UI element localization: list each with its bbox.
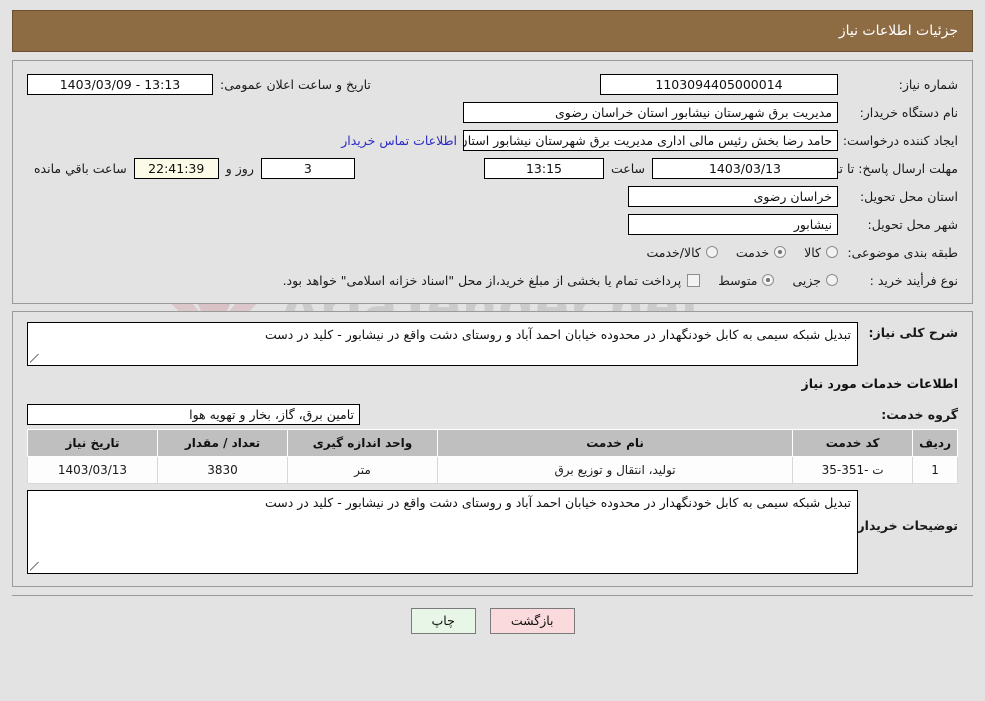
row-service-group: گروه خدمت: تامین برق، گاز، بخار و تهویه … bbox=[27, 401, 958, 427]
radio-label: کالا bbox=[804, 244, 821, 260]
cell-row-no: 1 bbox=[912, 456, 958, 484]
need-number-label: شماره نیاز: bbox=[898, 76, 958, 92]
col-quantity: تعداد / مقدار bbox=[157, 429, 288, 457]
page-header: جزئیات اطلاعات نیاز bbox=[12, 10, 973, 52]
col-need-date: تاریخ نیاز bbox=[27, 429, 158, 457]
purchase-process-radio-group: جزیی متوسط bbox=[700, 273, 838, 288]
radio-dot-icon bbox=[826, 246, 838, 258]
deadline-hour-value: 13:15 bbox=[483, 157, 604, 179]
radio-dot-icon bbox=[705, 246, 718, 258]
cell-unit: متر bbox=[287, 456, 438, 484]
col-unit: واحد اندازه گیری bbox=[287, 429, 438, 457]
radio-category-kala-khedmat[interactable]: کالا/خدمت bbox=[646, 244, 718, 260]
treasury-bond-checkbox[interactable] bbox=[687, 273, 701, 287]
service-items-table: ردیف کد خدمت نام خدمت واحد اندازه گیری ت… bbox=[27, 429, 958, 484]
radio-category-khedmat[interactable]: خدمت bbox=[735, 244, 787, 260]
row-buyer-org: نام دستگاه خریدار: مدیریت برق شهرستان نی… bbox=[27, 99, 958, 125]
row-subject-category: طبقه بندی موضوعی: کالا خدمت کالا/خدمت bbox=[27, 239, 958, 265]
page-title: جزئیات اطلاعات نیاز bbox=[838, 23, 958, 39]
days-label: روز و bbox=[225, 160, 254, 176]
col-row-no: ردیف bbox=[912, 429, 958, 457]
request-creator-value: حامد رضا بخش رئیس مالی اداری مدیریت برق … bbox=[463, 129, 838, 151]
subject-category-radio-group: کالا خدمت کالا/خدمت bbox=[628, 245, 838, 260]
row-delivery-city: شهر محل تحویل: نیشابور bbox=[27, 211, 958, 237]
need-number-value: 1103094405000014 bbox=[600, 73, 838, 95]
deadline-hour-label: ساعت bbox=[610, 160, 645, 176]
radio-label: خدمت bbox=[735, 244, 770, 260]
remaining-days-value: 3 bbox=[260, 157, 355, 179]
service-details-panel: شرح کلی نیاز: تبدیل شبکه سیمی به کابل خو… bbox=[12, 311, 973, 587]
service-info-section-title: اطلاعات خدمات مورد نیاز bbox=[801, 376, 959, 391]
row-need-number: شماره نیاز: 1103094405000014 تاریخ و ساع… bbox=[27, 71, 958, 97]
row-response-deadline: مهلت ارسال پاسخ: تا تاریخ: 1403/03/13 سا… bbox=[27, 155, 958, 181]
footer-divider bbox=[12, 595, 973, 596]
radio-label: کالا/خدمت bbox=[646, 244, 701, 260]
purchase-process-label: نوع فرأیند خرید : bbox=[869, 272, 958, 288]
col-service-name: نام خدمت bbox=[436, 429, 794, 457]
buyer-org-value: مدیریت برق شهرستان نیشابور استان خراسان … bbox=[463, 101, 838, 123]
table-row: 1 ت -351-35 تولید، انتقال و توزیع برق مت… bbox=[27, 456, 958, 484]
subject-category-label: طبقه بندی موضوعی: bbox=[847, 244, 958, 260]
footer-actions: بازگشت چاپ bbox=[0, 608, 985, 634]
service-group-label: گروه خدمت: bbox=[881, 406, 958, 422]
need-info-panel: شماره نیاز: 1103094405000014 تاریخ و ساع… bbox=[12, 60, 973, 304]
buyer-notes-value[interactable]: تبدیل شبکه سیمی به کابل خودنگهدار در محد… bbox=[27, 490, 858, 574]
buyer-contact-link[interactable]: اطلاعات تماس خریدار bbox=[335, 133, 463, 148]
radio-process-motevasset[interactable]: متوسط bbox=[718, 272, 775, 288]
row-delivery-province: استان محل تحویل: خراسان رضوی bbox=[27, 183, 958, 209]
general-description-value[interactable]: تبدیل شبکه سیمی به کابل خودنگهدار در محد… bbox=[27, 322, 858, 366]
table-head: ردیف کد خدمت نام خدمت واحد اندازه گیری ت… bbox=[27, 429, 958, 457]
radio-category-kala[interactable]: کالا bbox=[804, 245, 838, 260]
delivery-city-value: نیشابور bbox=[628, 213, 838, 235]
announce-datetime-value: 13:13 - 1403/03/09 bbox=[27, 73, 213, 95]
buyer-org-label: نام دستگاه خریدار: bbox=[859, 104, 958, 120]
table-body: 1 ت -351-35 تولید، انتقال و توزیع برق مت… bbox=[27, 456, 958, 484]
delivery-province-label: استان محل تحویل: bbox=[859, 188, 958, 204]
service-group-value: تامین برق، گاز، بخار و تهویه هوا bbox=[27, 403, 360, 425]
general-description-label: شرح کلی نیاز: bbox=[868, 325, 958, 340]
row-purchase-process: نوع فرأیند خرید : جزیی متوسط پرداخت تمام… bbox=[27, 267, 958, 293]
delivery-province-value: خراسان رضوی bbox=[628, 185, 838, 207]
radio-dot-icon bbox=[774, 246, 787, 258]
remaining-suffix-label: ساعت باقي مانده bbox=[34, 160, 127, 176]
row-general-description: شرح کلی نیاز: تبدیل شبکه سیمی به کابل خو… bbox=[27, 322, 958, 366]
cell-service-name: تولید، انتقال و توزیع برق bbox=[436, 456, 794, 484]
cell-service-code: ت -351-35 bbox=[792, 456, 914, 484]
row-request-creator: ایجاد کننده درخواست: حامد رضا بخش رئیس م… bbox=[27, 127, 958, 153]
cell-quantity: 3830 bbox=[157, 456, 288, 484]
row-buyer-notes: توضیحات خریدار: تبدیل شبکه سیمی به کابل … bbox=[27, 490, 958, 574]
remaining-time-countdown: 22:41:39 bbox=[133, 157, 219, 179]
radio-dot-icon bbox=[826, 274, 838, 286]
radio-process-jozi[interactable]: جزیی bbox=[792, 273, 838, 288]
announce-datetime-label: تاریخ و ساعت اعلان عمومی: bbox=[220, 76, 371, 92]
radio-dot-icon bbox=[762, 274, 775, 286]
print-button[interactable]: چاپ bbox=[410, 608, 476, 634]
deadline-date-value: 1403/03/13 bbox=[652, 157, 838, 179]
back-button[interactable]: بازگشت bbox=[489, 608, 575, 634]
cell-need-date: 1403/03/13 bbox=[27, 456, 158, 484]
table-header-row: ردیف کد خدمت نام خدمت واحد اندازه گیری ت… bbox=[27, 429, 958, 457]
request-creator-label: ایجاد کننده درخواست: bbox=[842, 132, 958, 148]
response-deadline-label: مهلت ارسال پاسخ: تا تاریخ: bbox=[813, 160, 958, 176]
buyer-notes-label: توضیحات خریدار: bbox=[852, 518, 958, 533]
treasury-bond-note: پرداخت تمام یا بخشی از مبلغ خرید،از محل … bbox=[282, 272, 682, 288]
radio-label: جزیی bbox=[792, 272, 821, 288]
delivery-city-label: شهر محل تحویل: bbox=[867, 216, 958, 232]
col-service-code: کد خدمت bbox=[792, 429, 914, 457]
radio-label: متوسط bbox=[718, 272, 758, 288]
